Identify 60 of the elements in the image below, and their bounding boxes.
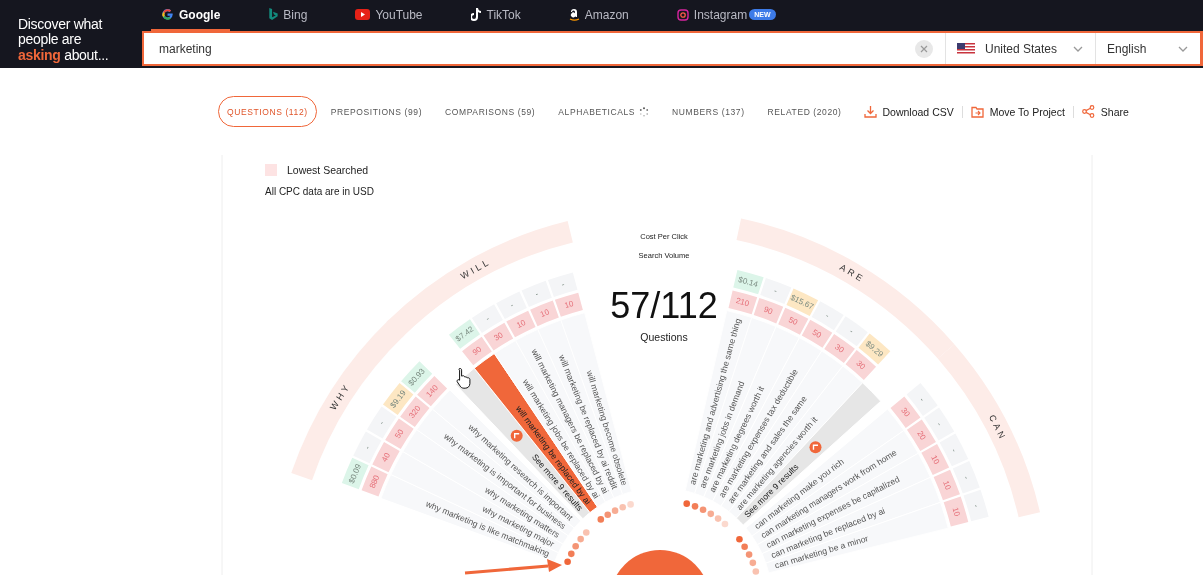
share-icon [1081,105,1095,118]
engine-tab[interactable]: Bing [258,0,318,31]
engine-tab[interactable]: Amazon [558,0,639,31]
cpc-cell: - [353,431,382,464]
cpc-cell: - [471,304,503,333]
volume-cell: 10 [506,310,536,338]
cpc-cell: - [939,433,969,467]
action-link[interactable]: Move To Project [962,105,1073,118]
action-link[interactable]: Download CSV [855,105,962,118]
result-tab[interactable]: PREPOSITIONS (99) [321,96,432,127]
engine-tab[interactable]: TikTok [460,0,531,31]
volume-cell: 30 [890,396,921,428]
cpc-cell: - [547,272,578,298]
camera-icon [676,8,689,21]
volume-cell: 210 [728,290,758,315]
legend-note: All CPC data are in USD [265,186,374,197]
chevron-down-icon [1073,45,1083,52]
volume-cell: 10 [933,469,960,501]
cpc-cell: $0.14 [733,269,764,295]
search-field[interactable]: marketing [144,40,915,57]
download-icon [863,105,877,118]
result-tab[interactable]: COMPARISONS (59) [436,96,545,127]
volume-cell: 10 [530,300,559,327]
country-select[interactable]: United States [945,33,1095,64]
letter-g-icon [161,8,174,21]
cpc-cell: - [952,461,980,494]
cpc-cell: - [496,291,527,319]
volume-cell: 10 [943,496,969,527]
hand-cursor-icon [456,368,471,389]
cpc-cell: $0.09 [341,457,369,490]
action-link[interactable]: Share [1073,105,1137,118]
letter-b-icon [268,8,279,21]
search-bar[interactable]: marketing United States English [142,31,1203,66]
music-note-icon [470,8,482,21]
result-tab[interactable]: NUMBERS (137) [663,96,754,127]
volume-cell: 10 [921,443,950,476]
chevron-down-icon [1178,45,1188,52]
result-tab[interactable]: RELATED (2020) [758,96,851,127]
clear-button[interactable] [915,39,933,58]
chevron-badge-icon [510,429,523,442]
volume-cell: 40 [372,441,400,473]
cpc-cell: - [521,280,552,307]
flag-icon [957,42,975,55]
engine-tab[interactable]: YouTube [345,0,433,31]
letter-a-icon [568,8,580,21]
close-icon [920,44,928,53]
language-select[interactable]: English [1095,33,1200,64]
chevron-badge-icon [809,441,822,454]
cpc-cell: - [760,277,792,305]
cpc-cell: - [924,407,955,441]
legend-swatch [265,164,277,176]
play-icon [355,9,371,20]
brand-tagline: Discover what people are asking about... [17,15,110,65]
cpc-cell: - [963,489,989,522]
legend-label: Lowest Searched [287,164,369,176]
result-tab[interactable]: ALPHABETICALS [549,96,659,127]
volume-cell: 30 [824,333,855,363]
folder-icon [970,105,984,118]
volume-cell: 10 [554,292,583,317]
volume-cell: 20 [906,419,936,451]
